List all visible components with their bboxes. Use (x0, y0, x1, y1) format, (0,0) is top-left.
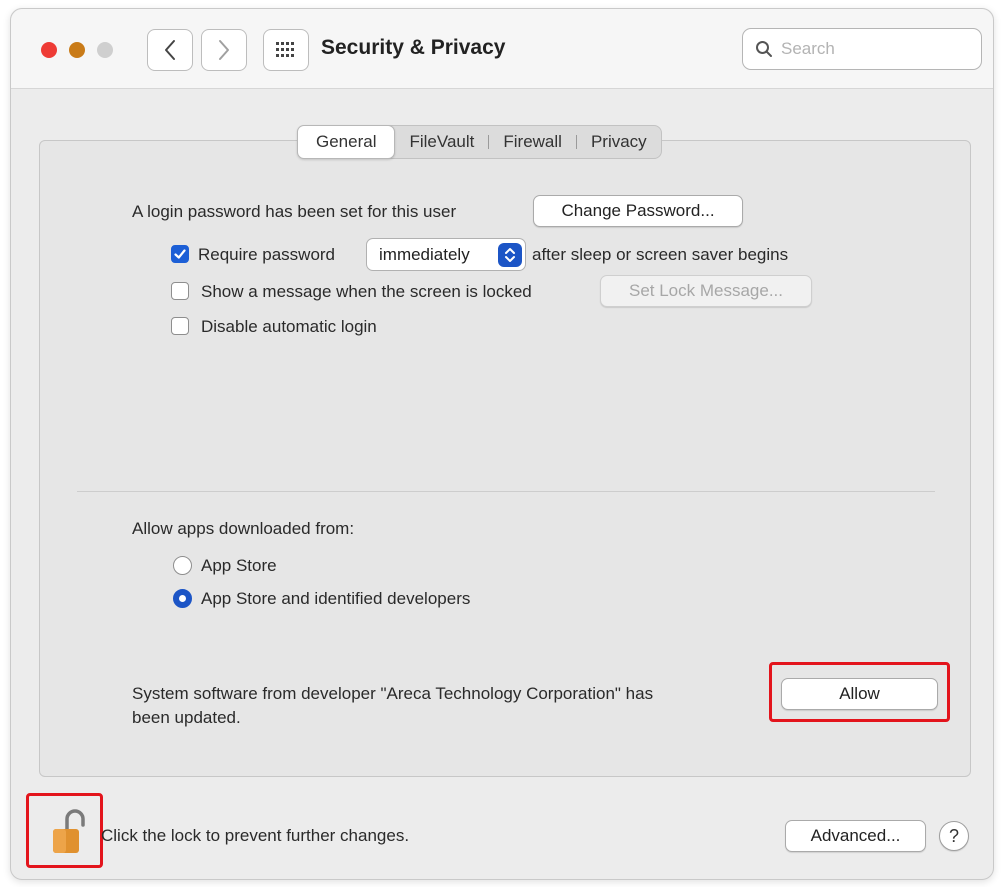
system-software-message: System software from developer "Areca Te… (132, 684, 654, 703)
close-window-button[interactable] (41, 42, 57, 58)
minimize-window-button[interactable] (69, 42, 85, 58)
system-software-message-line2: been updated. (132, 708, 241, 727)
lock-text: Click the lock to prevent further change… (101, 826, 410, 845)
select-arrows-icon (498, 243, 522, 267)
section-divider (77, 491, 935, 492)
search-field[interactable] (742, 28, 982, 70)
require-password-checkbox[interactable] (171, 245, 189, 263)
search-input[interactable] (779, 38, 969, 60)
help-button[interactable]: ? (939, 821, 969, 851)
require-password-label: Require password (198, 245, 336, 264)
chevron-right-icon (219, 40, 229, 60)
allow-button[interactable]: Allow (781, 678, 938, 710)
radio-identified-developers-label: App Store and identified developers (201, 589, 471, 608)
tab-filevault[interactable]: FileVault (395, 126, 488, 158)
title-bar: Security & Privacy (11, 9, 993, 89)
set-lock-message-button[interactable]: Set Lock Message... (600, 275, 812, 307)
show-message-label: Show a message when the screen is locked (201, 282, 532, 301)
tab-general[interactable]: General (297, 125, 396, 159)
disable-auto-login-label: Disable automatic login (201, 317, 377, 336)
disable-auto-login-checkbox[interactable] (171, 317, 189, 335)
unlocked-padlock-icon (53, 809, 85, 853)
window-title: Security & Privacy (321, 36, 506, 59)
require-password-suffix: after sleep or screen saver begins (532, 245, 789, 264)
checkmark-icon (174, 249, 186, 259)
tab-bar: General FileVault Firewall Privacy (297, 125, 662, 159)
radio-identified-developers[interactable] (173, 589, 192, 608)
advanced-button[interactable]: Advanced... (785, 820, 926, 852)
radio-app-store[interactable] (173, 556, 192, 575)
chevron-left-icon (165, 40, 175, 60)
login-password-text: A login password has been set for this u… (132, 202, 457, 221)
grid-icon (276, 42, 294, 57)
require-password-selected-value: immediately (379, 244, 470, 264)
radio-app-store-label: App Store (201, 556, 277, 575)
require-password-select[interactable]: immediately (366, 238, 526, 271)
back-button[interactable] (147, 29, 193, 71)
tab-privacy[interactable]: Privacy (577, 126, 661, 158)
tab-firewall[interactable]: Firewall (489, 126, 576, 158)
lock-button[interactable] (51, 805, 87, 855)
show-message-checkbox[interactable] (171, 282, 189, 300)
allow-apps-heading: Allow apps downloaded from: (132, 519, 355, 538)
security-privacy-window: Security & Privacy General FileVault Fir… (10, 8, 994, 880)
zoom-window-button[interactable] (97, 42, 113, 58)
search-icon (756, 41, 772, 57)
show-all-button[interactable] (263, 29, 309, 71)
change-password-button[interactable]: Change Password... (533, 195, 743, 227)
forward-button[interactable] (201, 29, 247, 71)
